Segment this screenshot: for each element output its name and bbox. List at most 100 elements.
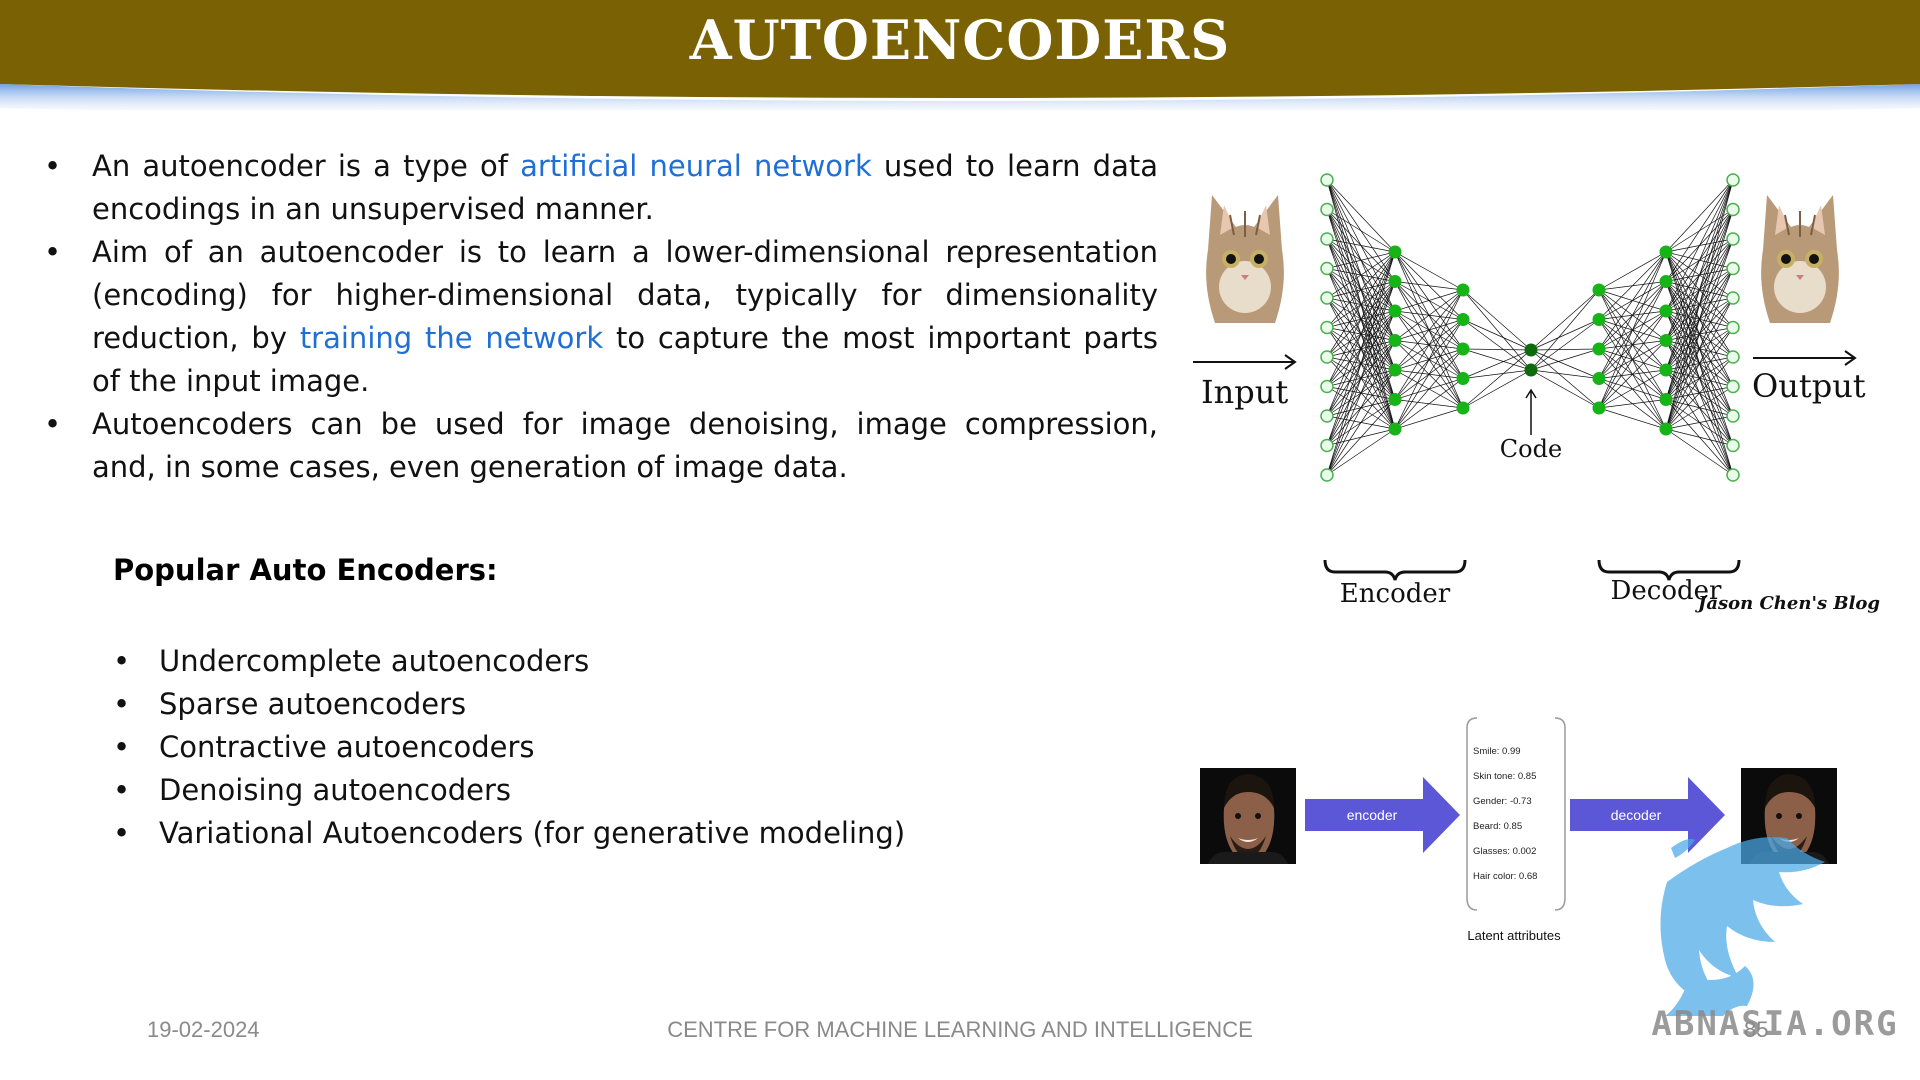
network-connection bbox=[1462, 289, 1532, 371]
network-node bbox=[1388, 393, 1402, 406]
list-item: Undercomplete autoencoders bbox=[113, 640, 905, 683]
network-connection bbox=[1530, 349, 1600, 409]
list-item: Sparse autoencoders bbox=[113, 683, 905, 726]
autoencoder-network-diagram: Input Output Code Encoder Decoder Jason … bbox=[1193, 173, 1880, 614]
network-connection bbox=[1394, 289, 1464, 371]
network-node bbox=[1726, 291, 1740, 305]
latent-attribute: Skin tone: 0.85 bbox=[1473, 771, 1536, 782]
network-connection bbox=[1530, 289, 1600, 351]
network-node bbox=[1659, 393, 1673, 406]
network-connection bbox=[1530, 289, 1600, 371]
network-node bbox=[1320, 468, 1334, 482]
bullet-definition: An autoencoder is a type of artificial n… bbox=[40, 145, 1158, 231]
encoder-label: Encoder bbox=[1340, 579, 1451, 609]
network-node bbox=[1592, 313, 1606, 326]
network-node bbox=[1320, 261, 1334, 276]
network-connection bbox=[1462, 349, 1532, 409]
network-node bbox=[1456, 372, 1470, 385]
network-node bbox=[1320, 232, 1334, 246]
network-connection bbox=[1598, 251, 1667, 409]
list-item: Contractive autoencoders bbox=[113, 726, 905, 769]
network-node bbox=[1388, 275, 1402, 288]
network-node bbox=[1320, 291, 1334, 305]
network-node bbox=[1592, 342, 1606, 356]
network-node bbox=[1320, 409, 1334, 423]
network-node bbox=[1726, 468, 1740, 482]
input-label: Input bbox=[1201, 373, 1288, 411]
autoencoder-types-list: Undercomplete autoencoders Sparse autoen… bbox=[113, 640, 905, 855]
network-node bbox=[1388, 245, 1402, 259]
list-item: Variational Autoencoders (for generative… bbox=[113, 812, 905, 855]
network-connection bbox=[1530, 348, 1600, 351]
latent-attribute: Glasses: 0.002 bbox=[1473, 846, 1536, 857]
network-connection bbox=[1394, 407, 1464, 430]
network-node bbox=[1726, 202, 1740, 217]
network-connection bbox=[1530, 348, 1600, 371]
code-node bbox=[1524, 343, 1538, 357]
network-connection bbox=[1462, 289, 1532, 351]
network-connection bbox=[1394, 289, 1464, 400]
network-connection bbox=[1462, 319, 1532, 351]
output-label: Output bbox=[1752, 367, 1866, 405]
network-connection bbox=[1530, 319, 1600, 371]
network-connection bbox=[1598, 340, 1667, 409]
network-node bbox=[1456, 401, 1470, 415]
network-node bbox=[1592, 372, 1606, 385]
network-node bbox=[1388, 422, 1402, 436]
network-connection bbox=[1462, 348, 1532, 371]
network-node bbox=[1726, 350, 1740, 364]
latent-attribute: Gender: -0.73 bbox=[1473, 796, 1532, 807]
input-cat-image bbox=[1199, 174, 1291, 324]
network-connection bbox=[1530, 319, 1600, 351]
intro-bullets: An autoencoder is a type of artificial n… bbox=[40, 145, 1158, 489]
latent-caption: Latent attributes bbox=[1467, 928, 1561, 943]
network-node bbox=[1726, 379, 1740, 394]
code-pointer-arrow bbox=[1525, 388, 1537, 435]
network-node bbox=[1659, 422, 1673, 436]
network-node bbox=[1726, 261, 1740, 276]
network-node bbox=[1320, 173, 1334, 187]
network-node bbox=[1659, 275, 1673, 288]
link-training-the-network[interactable]: training the network bbox=[300, 321, 603, 355]
encoder-brace bbox=[1323, 559, 1467, 581]
decoder-arrow-label: decoder bbox=[1611, 807, 1662, 823]
output-arrow bbox=[1753, 350, 1857, 366]
network-node bbox=[1320, 202, 1334, 217]
network-node bbox=[1726, 232, 1740, 246]
code-node bbox=[1524, 363, 1538, 377]
network-node bbox=[1456, 283, 1470, 297]
network-node bbox=[1659, 334, 1673, 347]
title-band: AUTOENCODERS bbox=[0, 0, 1920, 110]
network-connection bbox=[1598, 251, 1667, 320]
output-cat-image bbox=[1754, 174, 1846, 324]
input-arrow bbox=[1193, 354, 1297, 370]
network-connection bbox=[1394, 281, 1464, 291]
list-item: Denoising autoencoders bbox=[113, 769, 905, 812]
diagram-credit: Jason Chen's Blog bbox=[1695, 593, 1880, 614]
network-connection bbox=[1665, 428, 1734, 446]
popular-autoencoders-heading: Popular Auto Encoders: bbox=[113, 553, 498, 587]
bullet-uses: Autoencoders can be used for image denoi… bbox=[40, 403, 1158, 489]
latent-attribute: Smile: 0.99 bbox=[1473, 746, 1521, 757]
encoder-arrow: encoder bbox=[1305, 777, 1460, 853]
network-node bbox=[1592, 283, 1606, 297]
slide-title: AUTOENCODERS bbox=[689, 8, 1231, 72]
network-connection bbox=[1326, 428, 1396, 476]
input-face-image bbox=[1200, 768, 1296, 864]
network-node bbox=[1726, 409, 1740, 423]
network-node bbox=[1456, 342, 1470, 356]
network-connection bbox=[1394, 378, 1464, 430]
network-connection bbox=[1326, 251, 1396, 446]
network-node bbox=[1726, 438, 1740, 453]
link-artificial-neural-network[interactable]: artificial neural network bbox=[520, 149, 872, 183]
network-node bbox=[1456, 313, 1470, 326]
network-connection bbox=[1326, 340, 1396, 476]
latent-attribute: Beard: 0.85 bbox=[1473, 821, 1522, 832]
network-node bbox=[1320, 350, 1334, 364]
network-node bbox=[1659, 363, 1673, 377]
network-connection bbox=[1462, 319, 1532, 371]
network-node bbox=[1726, 320, 1740, 335]
network-connection bbox=[1394, 319, 1464, 430]
footer-organization: CENTRE FOR MACHINE LEARNING AND INTELLIG… bbox=[667, 1017, 1253, 1042]
network-connection bbox=[1665, 428, 1734, 476]
